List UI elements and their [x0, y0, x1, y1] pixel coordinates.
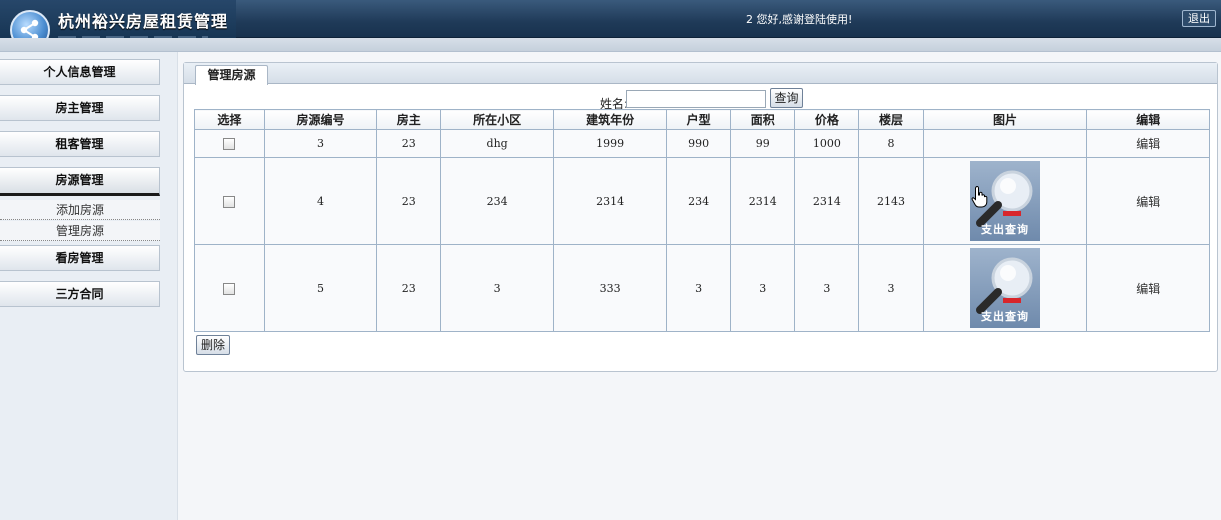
delete-button[interactable]: 删除: [196, 335, 230, 355]
row-select-checkbox[interactable]: [223, 282, 236, 295]
col-header-image: 图片: [922, 109, 1088, 130]
cell-type: 990: [666, 129, 732, 158]
edit-link[interactable]: 编辑: [1136, 195, 1160, 209]
table-row: 3 23 dhg 1999 990 99 1000 8 编辑: [194, 129, 1210, 158]
thumbnail-caption: 支出查询: [981, 310, 1030, 323]
tab-manage-housing[interactable]: 管理房源: [195, 65, 268, 85]
cell-floor: 3: [858, 244, 924, 332]
table-row: 5 23 3 333 3 3 3 3 支出查询 编辑: [194, 244, 1210, 332]
cell-area: 99: [730, 129, 796, 158]
name-search-input[interactable]: [626, 90, 766, 108]
cell-type: 3: [666, 244, 732, 332]
cell-image: 支出查询: [922, 244, 1088, 332]
cell-price: 2314: [794, 157, 860, 245]
cell-image: [922, 129, 1088, 158]
cell-id: 3: [263, 129, 378, 158]
panel-tabbar: 管理房源: [184, 63, 1217, 85]
cell-community: dhg: [440, 129, 555, 158]
cell-id: 5: [263, 244, 378, 332]
search-button[interactable]: 查询: [770, 88, 803, 108]
col-header-type: 户型: [666, 109, 732, 130]
cell-year: 2314: [553, 157, 668, 245]
col-header-select: 选择: [194, 109, 265, 130]
sidebar-item-tenant[interactable]: 租客管理: [0, 131, 160, 157]
magnifier-icon[interactable]: 支出查询: [970, 248, 1041, 328]
cell-image: 支出查询: [922, 157, 1088, 245]
sidebar-item-housing[interactable]: 房源管理: [0, 167, 160, 196]
sidebar-item-viewing[interactable]: 看房管理: [0, 245, 160, 271]
cell-community: 234: [440, 157, 555, 245]
welcome-text: 2 您好,感谢登陆使用!: [746, 13, 853, 26]
cell-price: 3: [794, 244, 860, 332]
col-header-year: 建筑年份: [553, 109, 668, 130]
hand-pointer-icon: [971, 185, 989, 211]
manage-housing-panel: 管理房源 姓名: 查询 选择 房源编号 房主 所在小区 建筑年份 户型 面积 价…: [183, 62, 1218, 372]
col-header-id: 房源编号: [263, 109, 378, 130]
row-select-checkbox[interactable]: [223, 195, 236, 208]
cell-owner: 23: [376, 157, 442, 245]
logout-button[interactable]: 退出: [1182, 10, 1216, 27]
col-header-price: 价格: [794, 109, 860, 130]
cell-owner: 23: [376, 244, 442, 332]
cell-area: 2314: [730, 157, 796, 245]
sidebar-item-personal-info[interactable]: 个人信息管理: [0, 59, 160, 85]
housing-table: 选择 房源编号 房主 所在小区 建筑年份 户型 面积 价格 楼层 图片 编辑 3…: [194, 109, 1210, 332]
cell-type: 234: [666, 157, 732, 245]
cell-floor: 2143: [858, 157, 924, 245]
sidebar: 个人信息管理 房主管理 租客管理 房源管理 添加房源 管理房源 看房管理 三方合…: [0, 52, 178, 520]
cell-floor: 8: [858, 129, 924, 158]
header-subbar: [0, 38, 1221, 52]
cell-year: 1999: [553, 129, 668, 158]
col-header-edit: 编辑: [1086, 109, 1210, 130]
row-select-checkbox[interactable]: [223, 138, 236, 150]
cell-id: 4: [263, 157, 378, 245]
edit-link[interactable]: 编辑: [1136, 137, 1160, 151]
submenu-manage-housing[interactable]: 管理房源: [0, 221, 160, 241]
table-header-row: 选择 房源编号 房主 所在小区 建筑年份 户型 面积 价格 楼层 图片 编辑: [194, 109, 1210, 130]
col-header-community: 所在小区: [440, 109, 555, 130]
col-header-floor: 楼层: [858, 109, 924, 130]
col-header-owner: 房主: [376, 109, 442, 130]
cell-area: 3: [730, 244, 796, 332]
cell-price: 1000: [794, 129, 860, 158]
app-title: 杭州裕兴房屋租赁管理: [58, 12, 229, 31]
sidebar-item-contract[interactable]: 三方合同: [0, 281, 160, 307]
submenu-add-housing[interactable]: 添加房源: [0, 200, 160, 220]
cell-community: 3: [440, 244, 555, 332]
edit-link[interactable]: 编辑: [1136, 282, 1160, 296]
cell-owner: 23: [376, 129, 442, 158]
thumbnail-caption: 支出查询: [981, 223, 1030, 236]
cell-year: 333: [553, 244, 668, 332]
col-header-area: 面积: [730, 109, 796, 130]
sidebar-item-landlord[interactable]: 房主管理: [0, 95, 160, 121]
table-row: 4 23 234 2314 234 2314 2314 2143 支出查询 编辑: [194, 157, 1210, 245]
